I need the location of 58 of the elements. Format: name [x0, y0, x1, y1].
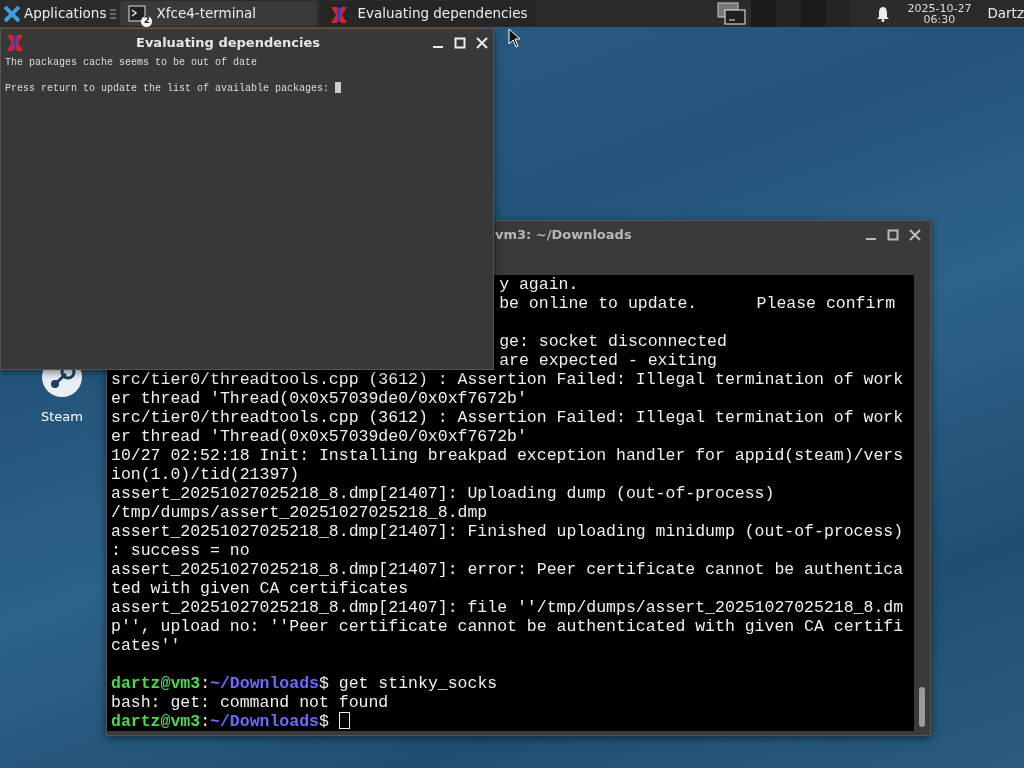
handle-icon[interactable] [110, 6, 117, 21]
window-title: Evaluating dependencies [135, 33, 321, 52]
dialog-prompt: Press return to update the list of available packages: [5, 83, 330, 94]
clock-time: 06:30 [923, 13, 956, 25]
text-cursor [338, 712, 350, 729]
terminal-line: assert_20251027025218_8.dmp[21407]: Uploading dump (out-of-process) [111, 484, 775, 503]
command-text: get stinky_socks [338, 674, 498, 693]
prompt-colon: : [200, 712, 211, 731]
terminal-line: : success = no [111, 541, 250, 560]
prompt-user: dartz@vm3 [111, 674, 201, 693]
terminal-line: er thread 'Thread(0x0x57039de0/0x0xf7672b' [111, 427, 527, 446]
terminal-line: ted with given CA certificates [111, 579, 409, 598]
terminal-line: assert_20251027025218_8.dmp[21407]: Finished uploading minidump (out-of-process) [111, 522, 904, 541]
text-cursor [335, 82, 342, 93]
taskbar-button[interactable]: Evaluating dependencies [321, 1, 536, 26]
terminal-line: src/tier0/threadtools.cpp (3612) : Assertion Failed: Illegal termination of work [111, 408, 904, 427]
close-icon[interactable] [908, 227, 922, 242]
terminal-line: bash: get: command not found [111, 693, 389, 712]
prompt-path: ~/Downloads [210, 712, 319, 731]
maximize-icon[interactable] [453, 35, 467, 50]
desktop-icon-label[interactable]: Steam [41, 407, 83, 427]
terminal-line: p'', upload no: ''Peer certificate cannot be authenticated with given CA certifi [111, 617, 904, 636]
terminal-line: 10/27 02:52:18 Init: Installing breakpad exception handler for appid(steam)/vers [111, 446, 904, 465]
apps-icon [4, 5, 20, 22]
terminal-line: assert_20251027025218_8.dmp[21407]: error: Peer certificate cannot be authentica [111, 560, 904, 579]
terminal-line: be online to update. Please confirm [499, 294, 896, 313]
terminal-line: /tmp/dumps/assert_20251027025218_8.dmp [111, 503, 488, 522]
bell-icon[interactable] [875, 5, 892, 22]
terminal-line: are expected - exiting [499, 351, 717, 370]
taskbar-button[interactable]: 2 Xfce4-terminal [120, 1, 318, 26]
terminal-line: cates'' [111, 636, 181, 655]
x-logo-icon [5, 32, 25, 53]
user-name[interactable]: Dartz [987, 3, 1024, 24]
terminal-line: ge: socket disconnected [499, 332, 727, 351]
prompt-sign: $ [318, 712, 329, 731]
terminal-line: y again. [499, 275, 579, 294]
maximize-icon[interactable] [886, 227, 900, 242]
count-badge: 2 [141, 15, 153, 27]
clock-date: 2025-10-27 [907, 2, 972, 14]
applications-menu[interactable]: Applications [0, 1, 111, 26]
mouse-pointer-icon [508, 28, 522, 48]
terminal-line: src/tier0/threadtools.cpp (3612) : Assertion Failed: Illegal termination of work [111, 370, 904, 389]
clock[interactable]: 2025-10-27 06:30 [907, 2, 972, 25]
window-title: vm3: ~/Downloads [494, 225, 633, 244]
terminal-line: ion(1.0)/tid(21397) [111, 465, 300, 484]
workspace-switcher-icon[interactable] [717, 1, 748, 26]
terminal-line: assert_20251027025218_8.dmp[21407]: file ''/tmp/dumps/assert_20251027025218_8.dm [111, 598, 904, 617]
prompt-path: ~/Downloads [210, 674, 319, 693]
scrollbar-thumb[interactable] [919, 687, 925, 727]
x-logo-icon [329, 4, 350, 25]
task-label: Xfce4-terminal [156, 4, 257, 24]
task-label: Evaluating dependencies [357, 4, 528, 24]
terminal-line: er thread 'Thread(0x0x57039de0/0x0xf7672b' [111, 389, 527, 408]
dialog-text: The packages cache seems to be out of date [5, 57, 258, 68]
prompt-user: dartz@vm3 [111, 712, 201, 731]
prompt-colon: : [200, 674, 211, 693]
prompt-sign: $ [318, 674, 329, 693]
terminal-icon [128, 4, 149, 25]
